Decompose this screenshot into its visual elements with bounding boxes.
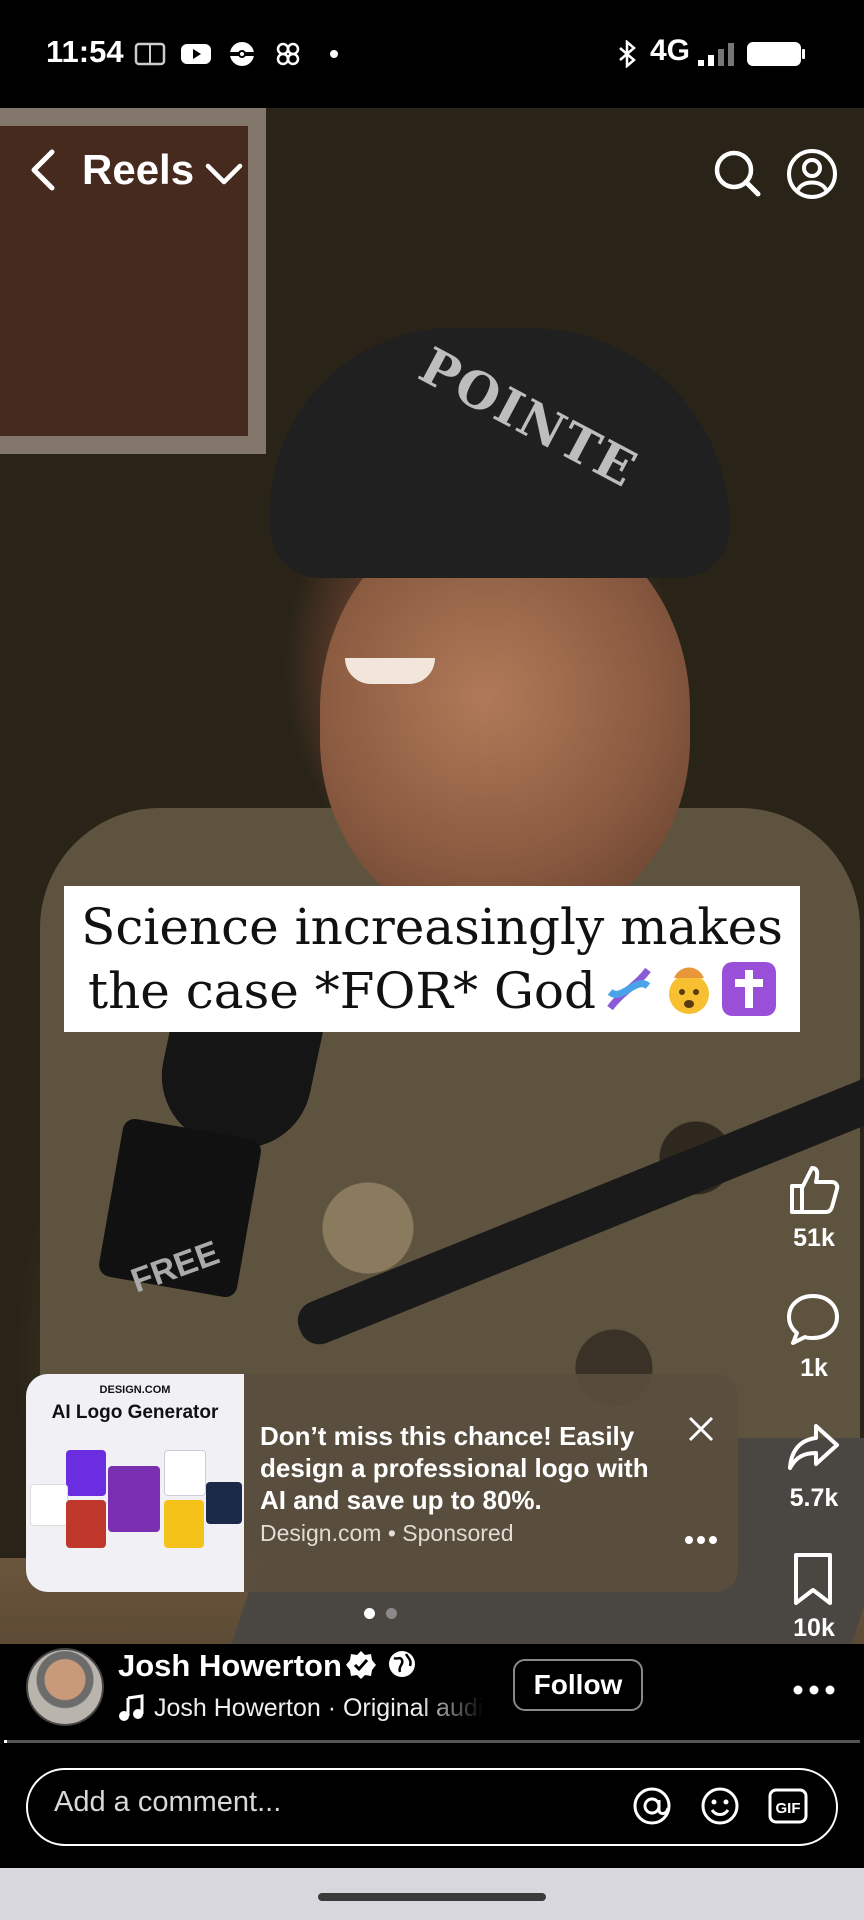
emoji-smiley-icon[interactable] — [700, 1786, 740, 1826]
follow-button[interactable]: Follow — [513, 1659, 643, 1711]
page-title[interactable]: Reels — [82, 146, 194, 194]
comment-input[interactable]: Add a comment... — [54, 1786, 281, 1819]
author-name[interactable]: Josh Howerton — [118, 1648, 342, 1684]
svg-text:GIF: GIF — [776, 1800, 801, 1817]
mention-at-icon[interactable] — [632, 1786, 672, 1826]
logo-sample-tile — [66, 1500, 106, 1548]
battery-icon — [747, 42, 805, 66]
comment-bubble-icon[interactable] — [786, 1292, 840, 1346]
home-indicator[interactable] — [318, 1893, 546, 1901]
logo-sample-tile — [66, 1450, 106, 1496]
signal-icon — [698, 43, 734, 66]
ad-thumbnail[interactable]: DESIGN.COM AI Logo Generator — [26, 1374, 244, 1592]
ad-headline: Don’t miss this chance! Easily design a … — [260, 1421, 649, 1515]
logo-sample-tile — [164, 1500, 204, 1548]
logo-sample-tile — [30, 1484, 68, 1526]
profile-icon[interactable] — [786, 148, 838, 200]
gif-icon[interactable]: GIF — [768, 1786, 808, 1826]
caption-line-2-text: the case *FOR* God — [87, 962, 596, 1020]
speaker-smile — [345, 658, 435, 684]
verified-badge-icon — [346, 1651, 376, 1679]
mind-blown-emoji-icon — [669, 967, 709, 1014]
like-thumb-icon[interactable] — [786, 1162, 840, 1216]
avatar[interactable] — [26, 1648, 104, 1726]
video-caption: Science increasingly makes the case *FOR… — [64, 886, 800, 1032]
caption-line-2: the case *FOR* God — [88, 959, 776, 1023]
fan-icon — [276, 42, 300, 66]
comment-count: 1k — [800, 1354, 828, 1382]
speaker-cap — [270, 328, 730, 578]
video-progress-track[interactable] — [4, 1740, 860, 1743]
search-icon[interactable] — [712, 148, 762, 198]
sponsored-ad-card[interactable]: DESIGN.COM AI Logo Generator Don’t miss … — [26, 1374, 738, 1592]
video-progress-fill — [4, 1740, 7, 1743]
carousel-dot[interactable] — [386, 1608, 397, 1619]
ad-sponsor-label: Design.com • Sponsored — [260, 1520, 514, 1546]
dna-emoji-icon — [607, 967, 651, 1011]
audio-track-label[interactable]: Josh Howerton · Original audio — [154, 1694, 484, 1723]
ad-brand: DESIGN.COM — [99, 1384, 171, 1396]
more-options-icon[interactable] — [792, 1684, 836, 1696]
logo-sample-tile — [108, 1466, 160, 1532]
dot-icon — [330, 50, 338, 58]
share-count: 5.7k — [789, 1484, 839, 1512]
pokeball-icon — [230, 42, 254, 66]
save-count: 10k — [793, 1614, 835, 1642]
caption-line-1: Science increasingly makes — [81, 898, 783, 956]
music-note-icon — [119, 1694, 144, 1721]
status-clock: 11:54 — [46, 34, 124, 69]
logo-sample-tile — [206, 1482, 242, 1524]
close-icon[interactable] — [686, 1414, 716, 1444]
chevron-down-icon[interactable] — [204, 160, 244, 188]
globe-icon — [389, 1651, 415, 1677]
more-options-icon[interactable] — [684, 1534, 718, 1546]
back-arrow-icon[interactable] — [24, 148, 64, 192]
network-type: 4G — [650, 34, 691, 67]
book-icon — [134, 42, 166, 66]
bluetooth-icon — [619, 40, 636, 68]
youtube-icon — [181, 44, 211, 64]
cross-emoji-icon — [722, 962, 776, 1016]
bookmark-icon[interactable] — [786, 1552, 840, 1606]
share-arrow-icon[interactable] — [786, 1420, 840, 1474]
carousel-dot-active[interactable] — [364, 1608, 375, 1619]
ad-thumbnail-title: AI Logo Generator — [51, 1402, 219, 1423]
like-count: 51k — [793, 1224, 835, 1252]
logo-sample-tile — [164, 1450, 206, 1496]
